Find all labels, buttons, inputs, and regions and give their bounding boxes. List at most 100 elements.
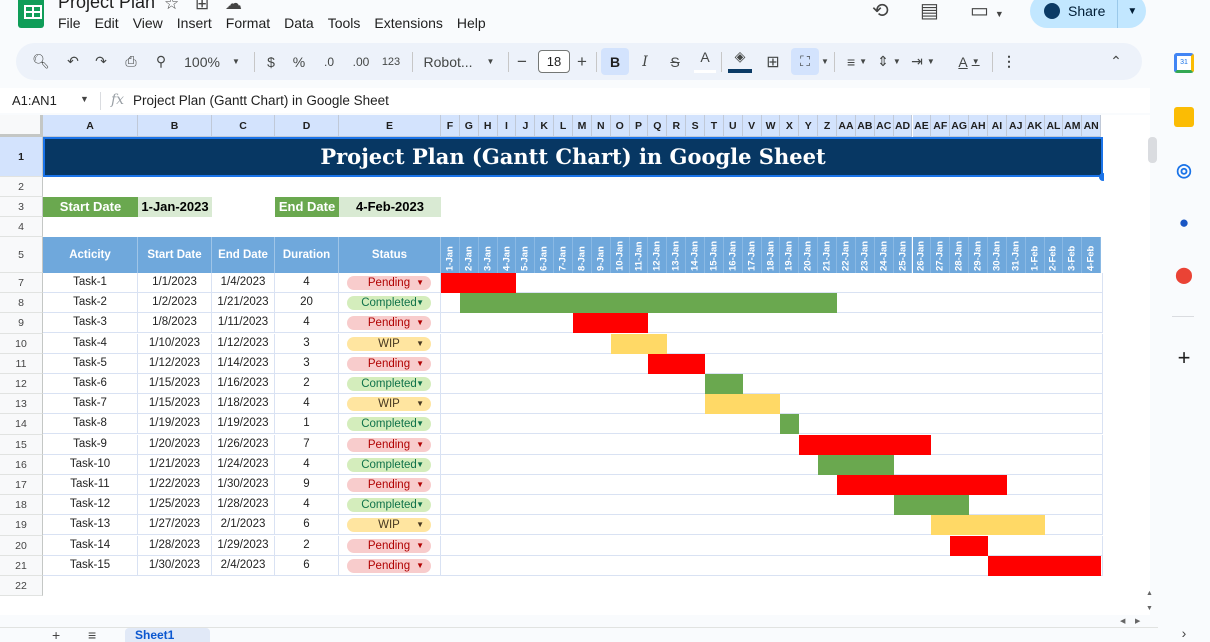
cell-activity[interactable]: Task-7 xyxy=(43,394,138,415)
more-formats-button[interactable]: 123 xyxy=(377,43,405,80)
row-header-13[interactable]: 13 xyxy=(0,394,43,415)
row-header-14[interactable]: 14 xyxy=(0,414,43,435)
column-header-i[interactable]: I xyxy=(497,115,517,137)
row-header-8[interactable]: 8 xyxy=(0,293,43,314)
merge-cells-icon[interactable]: ⛶ xyxy=(791,48,819,75)
collapse-toolbar-icon[interactable]: ⌃ xyxy=(1106,43,1126,80)
cell-end[interactable]: 1/18/2023 xyxy=(212,394,275,415)
menu-insert[interactable]: Insert xyxy=(177,15,212,31)
cell-start[interactable]: 1/25/2023 xyxy=(138,495,212,516)
cell-duration[interactable]: 4 xyxy=(275,454,339,475)
row-header-3[interactable]: 3 xyxy=(0,197,43,217)
row-header-11[interactable]: 11 xyxy=(0,353,43,374)
status-dropdown-chip[interactable]: Pending ▼ xyxy=(347,437,431,452)
row-header-10[interactable]: 10 xyxy=(0,333,43,354)
cell-activity[interactable]: Task-5 xyxy=(43,353,138,374)
status-dropdown-chip[interactable]: WIP ▼ xyxy=(347,518,431,533)
row-header-18[interactable]: 18 xyxy=(0,495,43,516)
cell-activity[interactable]: Task-9 xyxy=(43,434,138,455)
font-family-select[interactable]: Robot... ▼ xyxy=(418,43,500,80)
decrease-font-size-button[interactable]: − xyxy=(514,43,530,80)
cell-duration[interactable]: 6 xyxy=(275,515,339,536)
cell-duration[interactable]: 1 xyxy=(275,414,339,435)
row-header-9[interactable]: 9 xyxy=(0,313,43,334)
column-header-ai[interactable]: AI xyxy=(987,115,1007,137)
percent-format-button[interactable]: % xyxy=(288,43,310,80)
cell-end[interactable]: 2/1/2023 xyxy=(212,515,275,536)
status-dropdown-chip[interactable]: Pending ▼ xyxy=(347,558,431,573)
cell-end[interactable]: 1/16/2023 xyxy=(212,374,275,394)
menu-help[interactable]: Help xyxy=(457,15,486,31)
cell-activity[interactable]: Task-3 xyxy=(43,313,138,334)
select-all-corner[interactable] xyxy=(0,115,43,137)
cell-end[interactable]: 1/11/2023 xyxy=(212,313,275,334)
document-title[interactable]: Project Plan xyxy=(58,0,155,13)
cell-end[interactable]: 1/26/2023 xyxy=(212,434,275,455)
borders-icon[interactable]: ⊞ xyxy=(762,43,784,80)
cell-activity[interactable]: Task-2 xyxy=(43,293,138,314)
column-header-al[interactable]: AL xyxy=(1044,115,1064,137)
cell-duration[interactable]: 9 xyxy=(275,475,339,495)
column-header-g[interactable]: G xyxy=(459,115,479,137)
horizontal-align-icon[interactable]: ≡ ▼ xyxy=(842,43,872,80)
cell-start[interactable]: 1/15/2023 xyxy=(138,394,212,415)
row-header-17[interactable]: 17 xyxy=(0,475,43,496)
column-header-aj[interactable]: AJ xyxy=(1006,115,1026,137)
status-dropdown-chip[interactable]: Pending ▼ xyxy=(347,276,431,290)
get-addons-icon[interactable]: + xyxy=(1174,347,1194,369)
menu-data[interactable]: Data xyxy=(284,15,314,31)
row-header-2[interactable]: 2 xyxy=(0,177,43,197)
column-header-u[interactable]: U xyxy=(723,115,743,137)
decrease-decimal-button[interactable]: .0 xyxy=(316,43,342,80)
column-header-h[interactable]: H xyxy=(478,115,498,137)
column-header-p[interactable]: P xyxy=(629,115,649,137)
column-header-aa[interactable]: AA xyxy=(837,115,856,137)
star-icon[interactable]: ☆ xyxy=(164,0,179,14)
cell-activity[interactable]: Task-10 xyxy=(43,454,138,475)
meet-video-icon[interactable]: ▭ ▼ xyxy=(970,0,1004,23)
cell-duration[interactable]: 4 xyxy=(275,273,339,293)
column-header-ac[interactable]: AC xyxy=(874,115,894,137)
name-box-dropdown-icon[interactable]: ▼ xyxy=(80,94,89,104)
merge-dropdown-icon[interactable]: ▼ xyxy=(820,43,830,80)
cell-duration[interactable]: 2 xyxy=(275,535,339,556)
cell-duration[interactable]: 7 xyxy=(275,434,339,455)
fill-color-icon[interactable]: ◈ xyxy=(728,43,752,73)
cell-end[interactable]: 1/28/2023 xyxy=(212,495,275,516)
menu-edit[interactable]: Edit xyxy=(95,15,119,31)
column-header-r[interactable]: R xyxy=(667,115,687,137)
cell-activity[interactable]: Task-15 xyxy=(43,555,138,576)
formula-input[interactable]: Project Plan (Gantt Chart) in Google She… xyxy=(133,93,389,108)
status-dropdown-chip[interactable]: WIP ▼ xyxy=(347,336,431,351)
cell-start[interactable]: 1/2/2023 xyxy=(138,293,212,314)
cell-duration[interactable]: 20 xyxy=(275,293,339,314)
column-header-ak[interactable]: AK xyxy=(1025,115,1045,137)
column-header-m[interactable]: M xyxy=(573,115,592,137)
move-folder-icon[interactable]: ⊞ xyxy=(195,0,209,14)
cell-start[interactable]: 1/28/2023 xyxy=(138,535,212,556)
column-header-w[interactable]: W xyxy=(761,115,781,137)
version-history-icon[interactable]: ⟲ xyxy=(872,0,889,23)
column-header-q[interactable]: Q xyxy=(648,115,668,137)
menu-tools[interactable]: Tools xyxy=(328,15,361,31)
cell-start[interactable]: 1/21/2023 xyxy=(138,454,212,475)
share-dropdown-icon[interactable]: ▼ xyxy=(1127,6,1137,17)
font-size-input[interactable]: 18 xyxy=(538,50,570,73)
column-header-k[interactable]: K xyxy=(535,115,555,137)
cell-start[interactable]: 1/1/2023 xyxy=(138,273,212,293)
column-header-x[interactable]: X xyxy=(780,115,800,137)
cell-activity[interactable]: Task-6 xyxy=(43,374,138,394)
text-color-button[interactable]: A xyxy=(694,43,716,73)
column-header-ah[interactable]: AH xyxy=(969,115,988,137)
row-header-15[interactable]: 15 xyxy=(0,434,43,455)
undo-icon[interactable]: ↶ xyxy=(62,43,84,80)
row-header-19[interactable]: 19 xyxy=(0,515,43,536)
scroll-down-icon[interactable]: ▼ xyxy=(1146,605,1153,612)
cell-end[interactable]: 1/4/2023 xyxy=(212,273,275,293)
status-dropdown-chip[interactable]: Completed ▼ xyxy=(347,417,431,432)
increase-font-size-button[interactable]: + xyxy=(574,43,590,80)
cell-activity[interactable]: Task-12 xyxy=(43,495,138,516)
column-header-ab[interactable]: AB xyxy=(855,115,875,137)
row-header-22[interactable]: 22 xyxy=(0,576,43,597)
cell-start[interactable]: 1/8/2023 xyxy=(138,313,212,334)
